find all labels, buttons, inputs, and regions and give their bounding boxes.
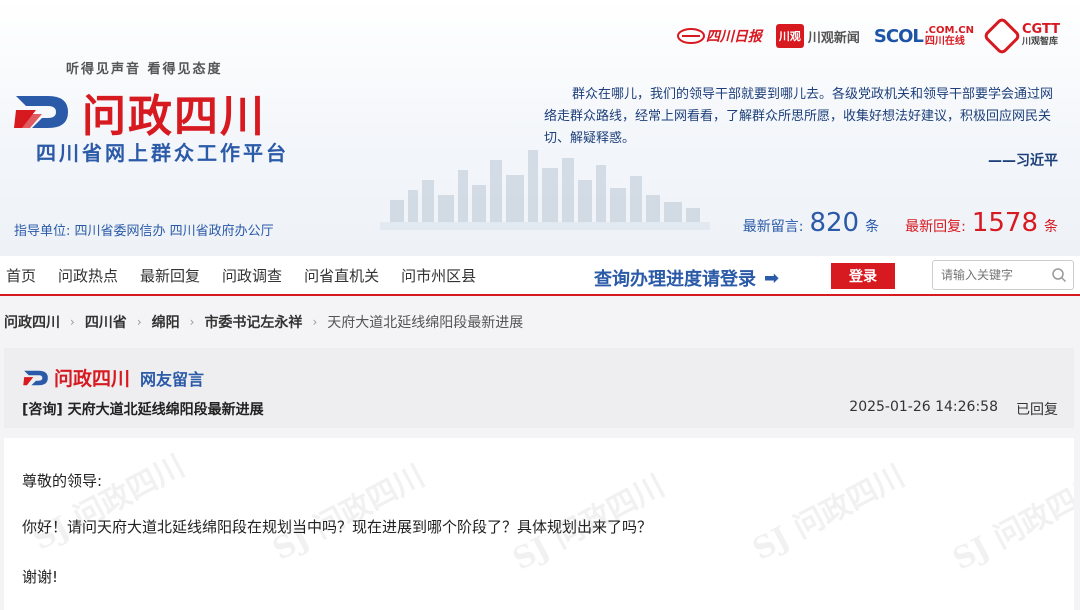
search-box	[932, 260, 1074, 290]
latest-message-unit: 条	[865, 219, 880, 235]
nav-item-cities-counties[interactable]: 问市州区县	[397, 265, 480, 286]
latest-message-count: 820	[809, 208, 860, 238]
watermark-logo: SJ 问政四川	[947, 468, 1074, 578]
latest-reply-count: 1578	[971, 208, 1038, 238]
search-icon[interactable]	[1051, 267, 1067, 283]
site-header: 听得见声音 看得见态度 问政四川 四川省网上群众工作平台 指导单位: 四川省委网…	[0, 0, 1080, 256]
message-greeting: 尊敬的领导:	[22, 472, 103, 490]
message-closing: 谢谢!	[22, 568, 59, 586]
login-progress-hint[interactable]: 查询办理进度请登录 ➡	[594, 265, 779, 291]
nav-item-latest-replies[interactable]: 最新回复	[136, 265, 204, 286]
logo-mark-icon	[14, 96, 68, 128]
chevron-right-icon: ›	[312, 315, 318, 329]
chevron-right-icon: ›	[136, 315, 142, 329]
chevron-right-icon: ›	[70, 315, 75, 329]
partner-chuanguan-news[interactable]: 川观 川观新闻	[775, 24, 860, 48]
message-header: 问政四川 网友留言 [咨询] 天府大道北延线绵阳段最新进展 2025-01-26…	[4, 348, 1074, 428]
sichuan-daily-icon	[676, 28, 705, 44]
guide-units: 指导单位: 四川省委网信办 四川省政府办公厅	[14, 224, 274, 239]
latest-message-label: 最新留言:	[742, 219, 804, 235]
latest-reply-unit: 条	[1044, 219, 1058, 235]
partner-scol[interactable]: SCOL .COM.CN 四川在线	[874, 25, 974, 47]
login-button[interactable]: 登录	[831, 263, 895, 289]
chevron-right-icon: ›	[189, 315, 195, 329]
chuanguan-icon: 川观	[775, 24, 804, 48]
logo-subtitle: 四川省网上群众工作平台	[36, 141, 289, 165]
nav-item-surveys[interactable]: 问政调查	[218, 265, 286, 286]
breadcrumb-item-official[interactable]: 市委书记左永祥	[204, 312, 302, 332]
breadcrumb: 问政四川 › 四川省 › 绵阳 › 市委书记左永祥 › 天府大道北延线绵阳段最新…	[4, 312, 523, 332]
message-status: 已回复	[1016, 402, 1058, 418]
breadcrumb-item-home[interactable]: 问政四川	[4, 312, 60, 332]
search-input[interactable]	[933, 261, 1049, 289]
nav-item-home[interactable]: 首页	[2, 265, 40, 286]
partner-logos: 四川日报 川观 川观新闻 SCOL .COM.CN 四川在线 CGTT 川观智库	[676, 16, 1060, 56]
watermark-logo: SJ 问政四川	[267, 458, 431, 568]
message-content: 你好！请问天府大道北延线绵阳段在规划当中吗？现在进展到哪个阶段了？具体规划出来了…	[22, 518, 653, 536]
nav-item-hot-topics[interactable]: 问政热点	[54, 265, 122, 286]
arrow-right-icon: ➡	[764, 267, 780, 289]
watermark-logo: SJ 问政四川	[27, 448, 191, 558]
partner-cgtt[interactable]: CGTT 川观智库	[982, 16, 1060, 56]
breadcrumb-item-province[interactable]: 四川省	[85, 312, 127, 332]
partner-sichuan-daily[interactable]: 四川日报	[676, 26, 762, 46]
logo-mark-icon	[23, 370, 48, 385]
quote-author: ——习近平	[988, 153, 1058, 169]
watermark-logo: SJ 问政四川	[747, 458, 911, 568]
leader-quote: 群众在哪儿，我们的领导干部就要到哪儿去。各级党政机关和领导干部要学会通过网络走群…	[544, 87, 1054, 146]
message-date: 2025-01-26 14:26:58	[849, 399, 998, 415]
message-logo: 问政四川 网友留言	[22, 364, 204, 391]
breadcrumb-item-current: 天府大道北延线绵阳段最新进展	[327, 315, 524, 331]
logo-text: 问政四川	[82, 91, 266, 142]
nav-item-provincial-depts[interactable]: 问省直机关	[300, 265, 383, 286]
site-logo[interactable]: 问政四川	[12, 80, 266, 144]
site-slogan: 听得见声音 看得见态度	[66, 62, 223, 77]
city-skyline-graphic	[380, 150, 710, 230]
message-title: [咨询] 天府大道北延线绵阳段最新进展	[22, 402, 264, 418]
breadcrumb-item-city[interactable]: 绵阳	[152, 312, 180, 332]
message-body: SJ 问政四川 SJ 问政四川 SJ 问政四川 SJ 问政四川 SJ 问政四川 …	[4, 438, 1074, 610]
message-type-tag: 网友留言	[140, 369, 205, 389]
latest-reply-label: 最新回复:	[905, 219, 966, 235]
cgtt-icon	[982, 16, 1022, 56]
message-stats: 最新留言: 820 条 最新回复: 1578 条	[743, 208, 1058, 238]
main-nav: 首页 问政热点 最新回复 问政调查 问省直机关 问市州区县 查询办理进度请登录 …	[0, 256, 1080, 296]
